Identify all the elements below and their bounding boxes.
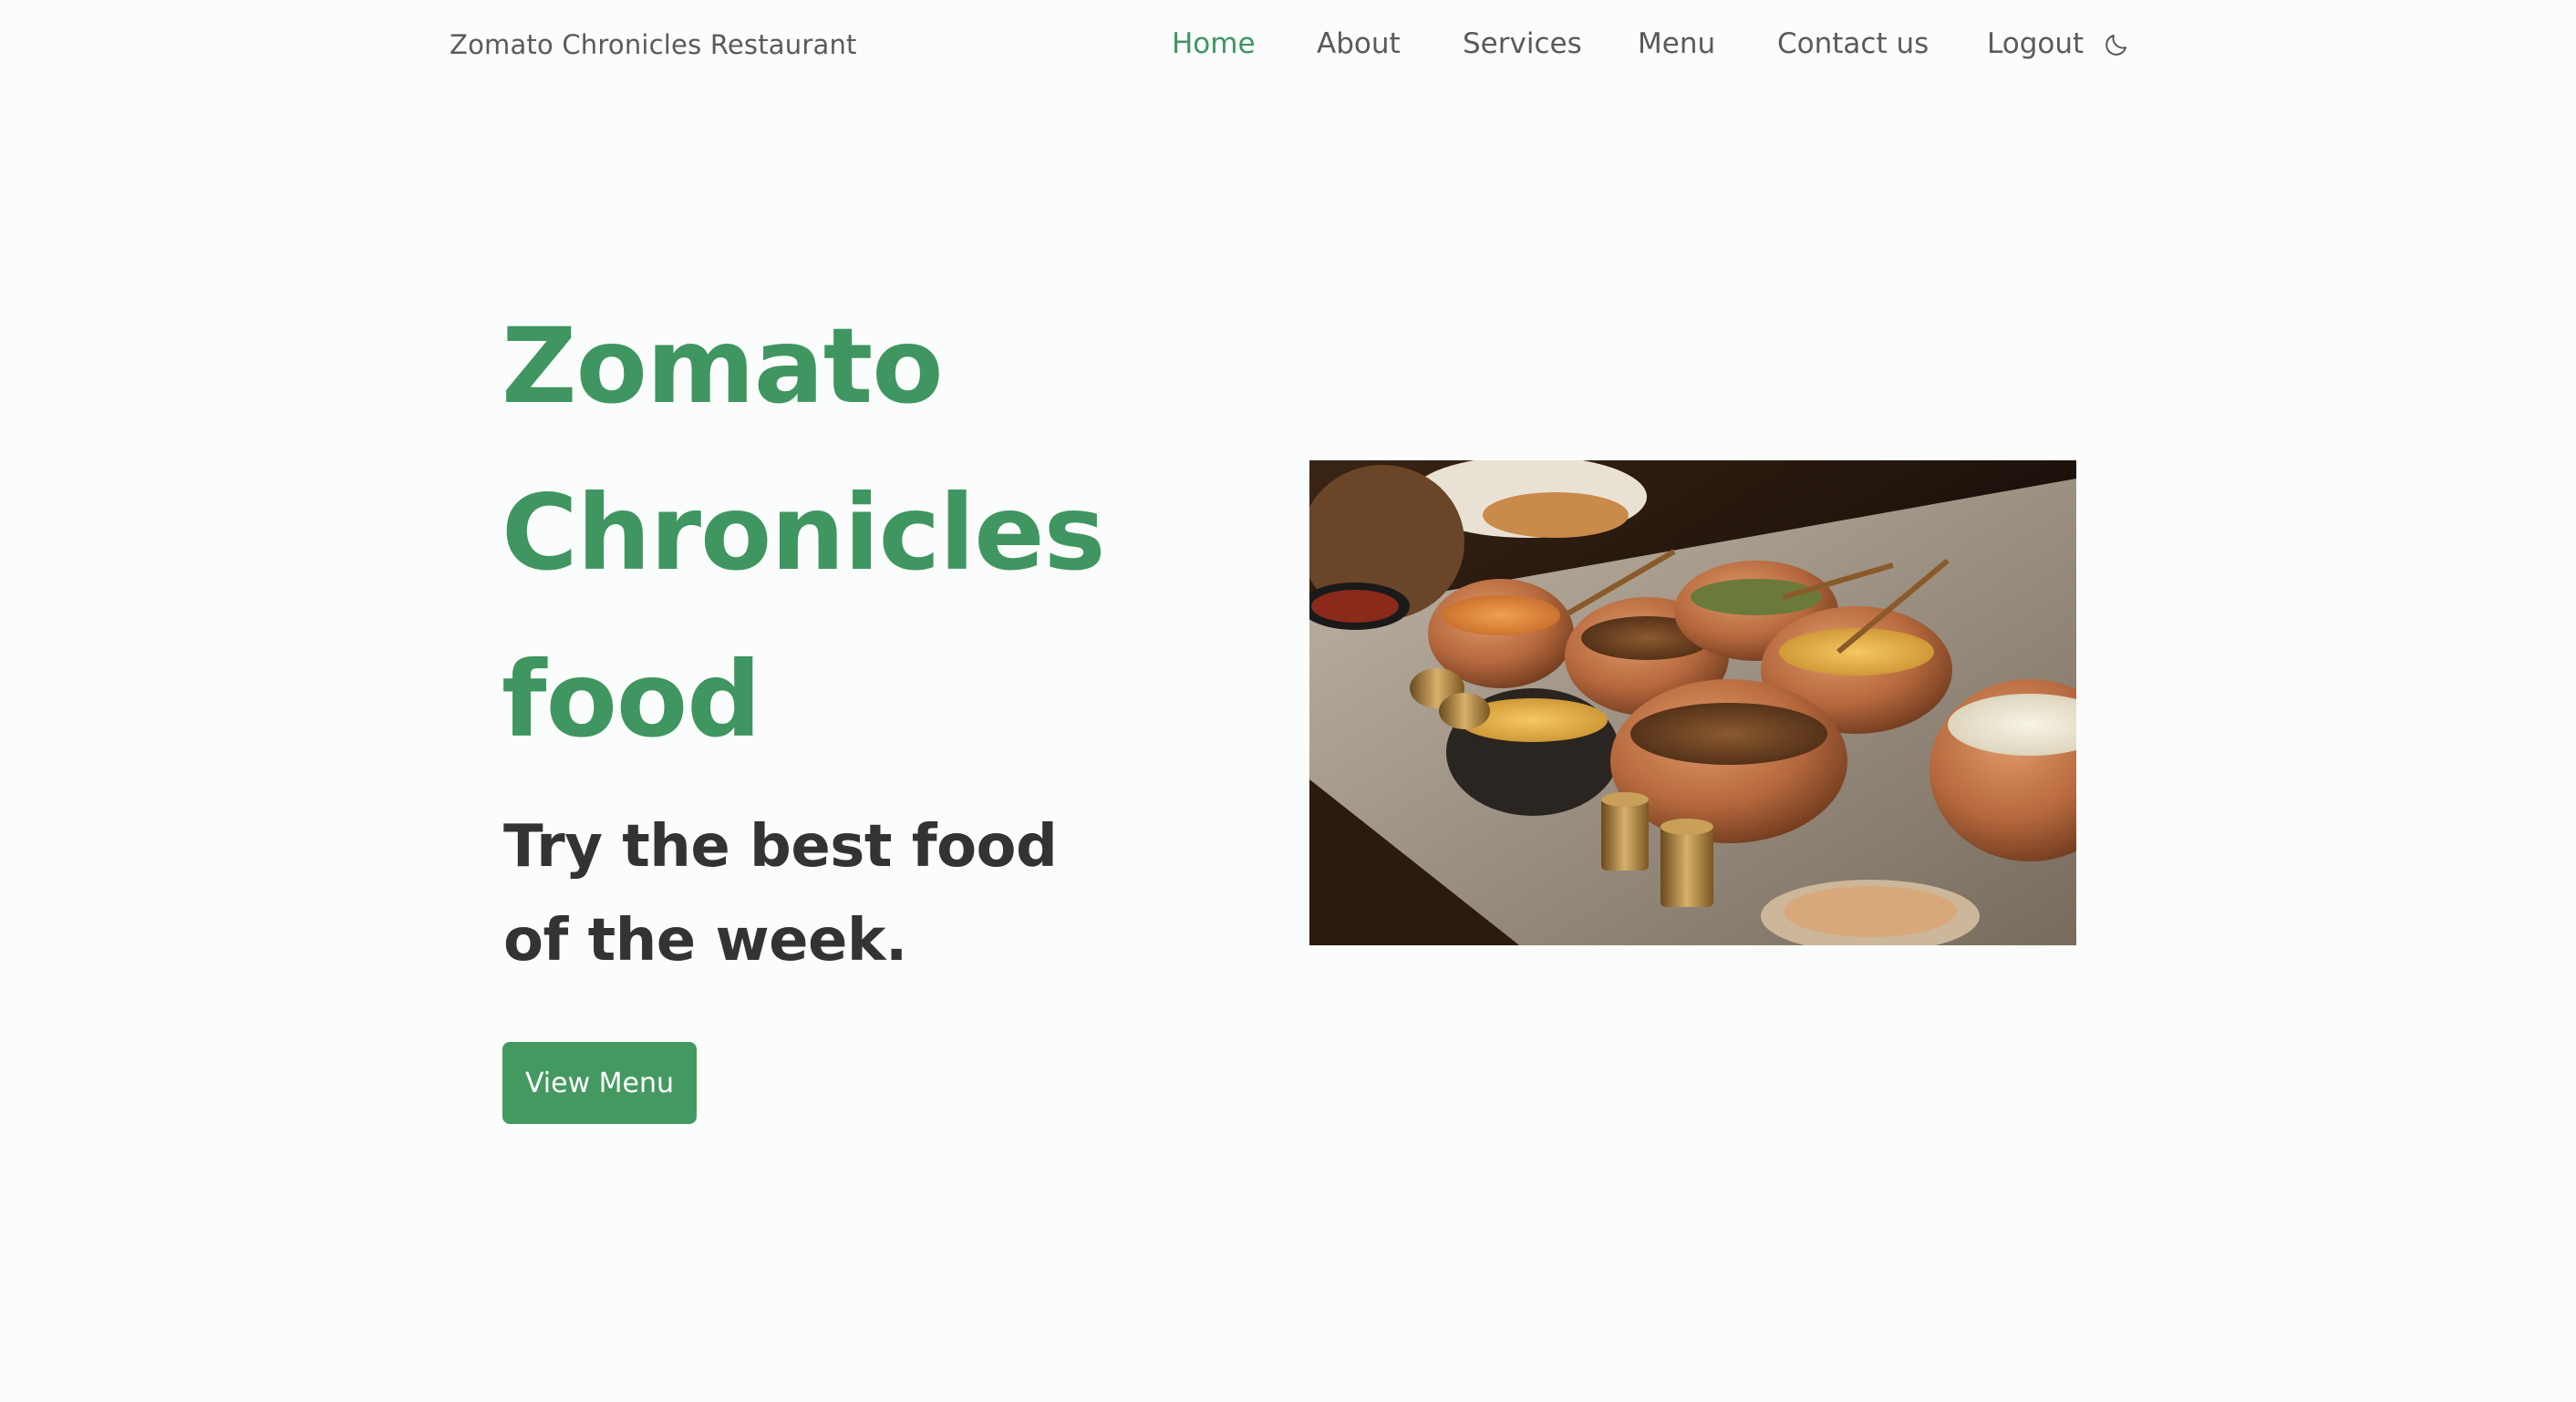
- site-header: Zomato Chronicles Restaurant Home About …: [0, 0, 2576, 100]
- main-nav: Home About Services Menu Contact us Logo…: [0, 27, 2576, 73]
- moon-icon[interactable]: [2103, 31, 2130, 58]
- nav-home[interactable]: Home: [1172, 27, 1256, 60]
- nav-services[interactable]: Services: [1463, 27, 1582, 60]
- nav-logout[interactable]: Logout: [1987, 27, 2084, 60]
- hero-subtitle: Try the best food of the week.: [503, 813, 1058, 974]
- nav-contact-us[interactable]: Contact us: [1777, 27, 1929, 60]
- hero-title-line-1: Zomato: [502, 305, 944, 427]
- hero-title-line-2: Chronicles: [502, 472, 1105, 593]
- food-platter-image: [1309, 460, 2076, 945]
- hero-title: Zomato Chronicles food: [502, 283, 1195, 783]
- page: Zomato Chronicles Restaurant Home About …: [0, 0, 2576, 1402]
- nav-about[interactable]: About: [1317, 27, 1401, 60]
- nav-menu[interactable]: Menu: [1638, 27, 1715, 60]
- hero-title-line-3: food: [502, 639, 761, 760]
- view-menu-button[interactable]: View Menu: [502, 1042, 697, 1124]
